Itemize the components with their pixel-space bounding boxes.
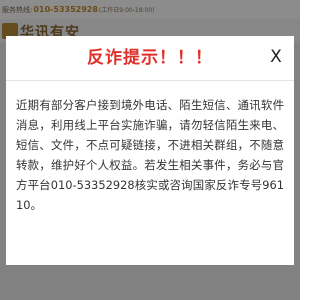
close-icon[interactable]: X (266, 46, 286, 68)
dialog-message: 近期有部分客户接到境外电话、陌生短信、通讯软件消息，利用线上平台实施诈骗，请勿轻… (16, 98, 284, 212)
page: 服务热线: 010-53352928 (工作日9:00-18:00) 华讯有安 … (0, 0, 300, 300)
dialog-title: 反诈提示！！！ (87, 48, 213, 68)
dialog-header: 反诈提示！！！ X (6, 36, 294, 81)
dialog-body: 近期有部分客户接到境外电话、陌生短信、通讯软件消息，利用线上平台实施诈骗，请勿轻… (6, 81, 294, 215)
anti-fraud-dialog: 反诈提示！！！ X 近期有部分客户接到境外电话、陌生短信、通讯软件消息，利用线上… (6, 36, 294, 265)
